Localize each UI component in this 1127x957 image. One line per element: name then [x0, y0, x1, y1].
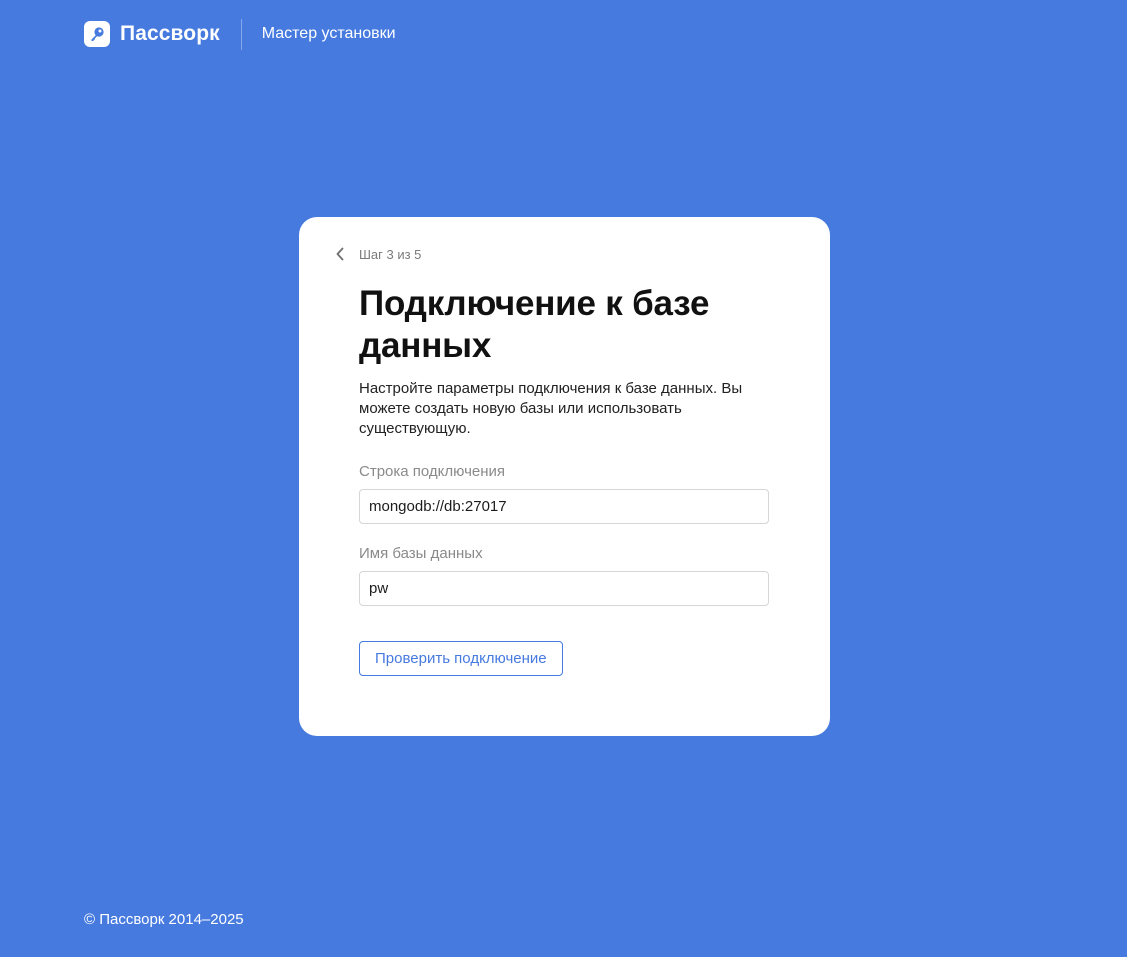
database-name-label: Имя базы данных — [359, 545, 483, 562]
key-icon — [84, 21, 110, 47]
connection-string-label: Строка подключения — [359, 463, 506, 480]
brand-name: Пассворк — [120, 22, 220, 45]
card-content: Подключение к базе данных Настройте пара… — [359, 283, 769, 676]
header-subtitle: Мастер установки — [261, 25, 396, 42]
back-button[interactable]: Шаг 3 из 5 — [335, 245, 421, 263]
header-divider — [240, 18, 242, 50]
footer-copyright: © Пассворк 2014–2025 — [84, 911, 244, 928]
database-name-input[interactable] — [359, 571, 769, 606]
connection-string-input[interactable] — [359, 489, 769, 524]
setup-card: Шаг 3 из 5 Подключение к базе данных Нас… — [299, 217, 830, 736]
check-connection-button[interactable]: Проверить подключение — [359, 641, 563, 676]
page-description: Настройте параметры подключения к базе д… — [359, 380, 743, 437]
page-title: Подключение к базе данных — [359, 284, 710, 365]
header: Пассворк Мастер установки — [84, 18, 396, 50]
step-indicator: Шаг 3 из 5 — [359, 246, 422, 262]
chevron-left-icon[interactable] — [335, 245, 349, 263]
